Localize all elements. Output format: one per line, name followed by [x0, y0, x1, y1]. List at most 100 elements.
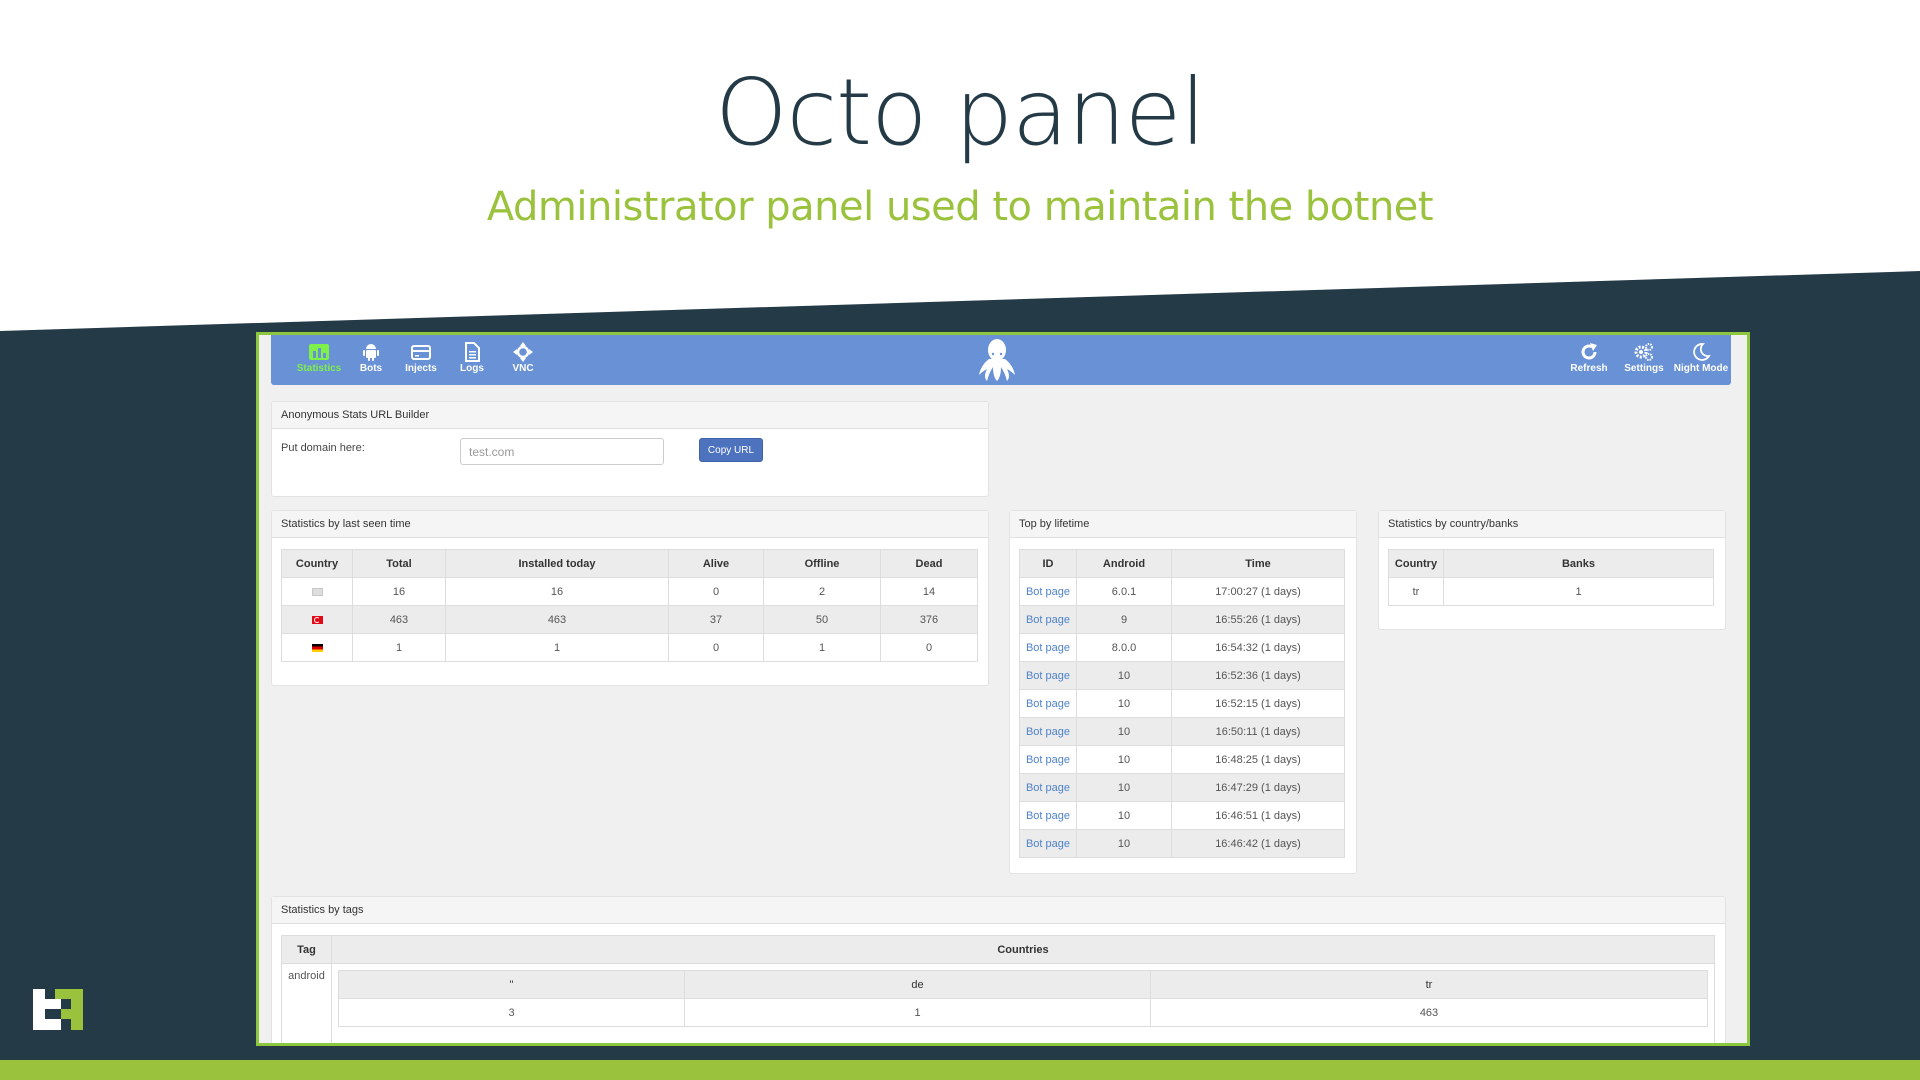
- android-version-cell: 9: [1076, 605, 1172, 634]
- top-lifetime-title: Top by lifetime: [1010, 511, 1356, 538]
- android-version-cell: 10: [1076, 801, 1172, 830]
- table-row: Bot page 6.0.1 17:00:27 (1 days): [1019, 577, 1345, 606]
- total-cell: 1: [352, 633, 446, 662]
- country-banks-table: Country Banks tr 1: [1388, 549, 1714, 606]
- nav-settings[interactable]: Settings: [1618, 341, 1670, 374]
- bot-page-link[interactable]: Bot page: [1019, 745, 1077, 774]
- nav-logs[interactable]: Logs: [446, 341, 498, 374]
- offline-cell: 50: [763, 605, 881, 634]
- column-header: Time: [1171, 549, 1345, 578]
- nav-refresh-label: Refresh: [1570, 363, 1608, 374]
- country-cell: [281, 633, 353, 662]
- copy-url-button[interactable]: Copy URL: [699, 438, 763, 462]
- time-cell: 16:52:15 (1 days): [1171, 689, 1345, 718]
- count-cell: 3: [338, 998, 685, 1027]
- tags-panel: Statistics by tags Tag Countries android…: [271, 896, 1726, 1043]
- accent-footer-bar: [0, 1060, 1920, 1080]
- nav-injects[interactable]: Injects: [395, 341, 447, 374]
- slide-title: Octo panel: [715, 59, 1206, 166]
- table-row: 3 1 463: [338, 998, 1708, 1027]
- time-cell: 16:52:36 (1 days): [1171, 661, 1345, 690]
- total-cell: 463: [352, 605, 446, 634]
- nav-vnc[interactable]: VNC: [497, 341, 549, 374]
- nav-vnc-label: VNC: [512, 363, 534, 374]
- offline-cell: 2: [763, 577, 881, 606]
- panel-screenshot: Statistics Bots Injects Logs VNC Refresh…: [256, 332, 1750, 1046]
- column-header: Alive: [668, 549, 764, 578]
- android-version-cell: 10: [1076, 661, 1172, 690]
- nav-bots[interactable]: Bots: [345, 341, 397, 374]
- url-builder-panel: Anonymous Stats URL Builder Put domain h…: [271, 401, 989, 497]
- table-row: Bot page 10 16:52:15 (1 days): [1019, 689, 1345, 718]
- column-header: Offline: [763, 549, 881, 578]
- bot-page-link[interactable]: Bot page: [1019, 717, 1077, 746]
- column-header: Dead: [880, 549, 978, 578]
- table-header-row: Country Total Installed today Alive Offl…: [281, 549, 978, 578]
- country-banks-title: Statistics by country/banks: [1379, 511, 1725, 538]
- offline-cell: 1: [763, 633, 881, 662]
- credit-card-icon: [411, 345, 431, 360]
- table-row: Bot page 10 16:47:29 (1 days): [1019, 773, 1345, 802]
- countries-cell: " de tr 3 1 463: [331, 963, 1715, 1043]
- table-row: Bot page 10 16:48:25 (1 days): [1019, 745, 1345, 774]
- top-lifetime-table: ID Android Time Bot page 6.0.1 17:00:27 (1…: [1019, 549, 1345, 858]
- table-header-row: Tag Countries: [281, 935, 1715, 964]
- bot-page-link[interactable]: Bot page: [1019, 633, 1077, 662]
- domain-input[interactable]: [460, 438, 664, 465]
- table-header-row: ID Android Time: [1019, 549, 1345, 578]
- table-row: Bot page 10 16:52:36 (1 days): [1019, 661, 1345, 690]
- column-header: Country: [281, 549, 353, 578]
- country-code-header: tr: [1150, 970, 1708, 999]
- table-row: Bot page 9 16:55:26 (1 days): [1019, 605, 1345, 634]
- android-version-cell: 10: [1076, 829, 1172, 858]
- android-version-cell: 10: [1076, 745, 1172, 774]
- time-cell: 17:00:27 (1 days): [1171, 577, 1345, 606]
- bot-page-link[interactable]: Bot page: [1019, 689, 1077, 718]
- bot-page-link[interactable]: Bot page: [1019, 661, 1077, 690]
- nav-night-mode[interactable]: Night Mode: [1669, 341, 1733, 374]
- tag-countries-table: " de tr 3 1 463: [338, 970, 1708, 1027]
- column-header: Tag: [281, 935, 332, 964]
- country-code-header: ": [338, 970, 685, 999]
- time-cell: 16:55:26 (1 days): [1171, 605, 1345, 634]
- bar-chart-icon: [309, 344, 329, 360]
- dead-cell: 0: [880, 633, 978, 662]
- android-icon: [363, 344, 379, 361]
- android-version-cell: 10: [1076, 717, 1172, 746]
- table-row: 1 1 0 1 0: [281, 633, 978, 662]
- time-cell: 16:46:51 (1 days): [1171, 801, 1345, 830]
- table-row: android " de tr 3 1 463: [281, 963, 1715, 1043]
- table-row: Bot page 10 16:46:51 (1 days): [1019, 801, 1345, 830]
- moon-icon: [1693, 343, 1711, 361]
- nav-refresh[interactable]: Refresh: [1563, 341, 1615, 374]
- time-cell: 16:48:25 (1 days): [1171, 745, 1345, 774]
- bot-page-link[interactable]: Bot page: [1019, 605, 1077, 634]
- column-header: Installed today: [445, 549, 669, 578]
- table-row: tr 1: [1388, 577, 1714, 606]
- column-header: Banks: [1443, 549, 1714, 578]
- nav-statistics[interactable]: Statistics: [293, 341, 345, 374]
- nav-bots-label: Bots: [359, 363, 383, 374]
- bot-page-link[interactable]: Bot page: [1019, 577, 1077, 606]
- nav-injects-label: Injects: [405, 363, 437, 374]
- dead-cell: 14: [880, 577, 978, 606]
- alive-cell: 37: [668, 605, 764, 634]
- octopus-icon: [979, 339, 1015, 381]
- bot-page-link[interactable]: Bot page: [1019, 829, 1077, 858]
- germany-flag-icon: [311, 643, 323, 652]
- country-code-header: de: [684, 970, 1151, 999]
- unknown-flag-icon: [311, 587, 323, 596]
- installed-today-cell: 1: [445, 633, 669, 662]
- top-lifetime-panel: Top by lifetime ID Android Time Bot page…: [1009, 510, 1357, 874]
- country-banks-panel: Statistics by country/banks Country Bank…: [1378, 510, 1726, 630]
- android-version-cell: 6.0.1: [1076, 577, 1172, 606]
- bot-page-link[interactable]: Bot page: [1019, 801, 1077, 830]
- brand-logo-icon: [33, 989, 83, 1030]
- move-arrows-icon: [513, 342, 533, 362]
- last-seen-panel: Statistics by last seen time Country Tot…: [271, 510, 989, 686]
- table-row: 16 16 0 2 14: [281, 577, 978, 606]
- turkey-flag-icon: [311, 615, 323, 624]
- table-row: Bot page 8.0.0 16:54:32 (1 days): [1019, 633, 1345, 662]
- bot-page-link[interactable]: Bot page: [1019, 773, 1077, 802]
- gears-icon: [1634, 343, 1653, 361]
